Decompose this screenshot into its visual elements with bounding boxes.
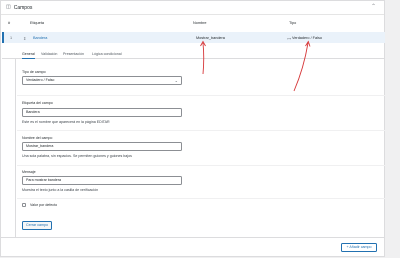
- message-input[interactable]: Para mostrar bandera: [22, 176, 182, 185]
- col-header-type: Tipo: [289, 21, 297, 25]
- field-label-help: Este es el nombre que aparecerá en la pá…: [22, 120, 110, 124]
- close-field-button[interactable]: Cerrar campo: [22, 221, 52, 230]
- field-type-value: Verdadero / Falso: [26, 78, 55, 82]
- field-settings-tabs: General Validación Presentación Lógica c…: [2, 49, 385, 59]
- tab-presentation[interactable]: Presentación: [63, 52, 84, 56]
- field-row[interactable]: 1 ⇕ Bandera Mostrar_bandera ⊶ Verdadero …: [2, 32, 385, 43]
- panel-footer: + Añadir campo: [1, 237, 384, 258]
- field-name-help: Una sola palabra, sin espacios. Se permi…: [22, 154, 132, 158]
- chevron-down-icon: ⌄: [174, 78, 178, 83]
- field-name-input[interactable]: Mostrar_bandera: [22, 142, 182, 151]
- field-label-label: Etiqueta del campo: [22, 101, 53, 105]
- divider: [17, 130, 385, 131]
- table-header: # Etiqueta Nombre Tipo: [1, 17, 384, 29]
- tab-general[interactable]: General: [22, 52, 35, 59]
- divider: [17, 95, 385, 96]
- col-header-number: #: [8, 21, 11, 25]
- chevron-up-icon[interactable]: ⌃: [371, 4, 376, 10]
- field-type-label: Tipo de campo: [22, 70, 46, 74]
- page-gutter: [385, 0, 400, 257]
- message-help: Muestra el texto junto a la casilla de v…: [22, 188, 99, 192]
- divider: [17, 165, 385, 166]
- col-header-name: Nombre: [193, 21, 207, 25]
- add-field-button[interactable]: + Añadir campo: [341, 243, 377, 252]
- field-type-select[interactable]: Verdadero / Falso ⌄: [22, 76, 182, 85]
- tab-conditional-logic[interactable]: Lógica condicional: [92, 52, 122, 56]
- fields-icon: ◫: [6, 4, 11, 10]
- row-number: 1: [10, 35, 13, 40]
- message-label: Mensaje: [22, 170, 36, 174]
- tab-validation[interactable]: Validación: [41, 52, 57, 56]
- panel-title: Campos: [13, 4, 33, 11]
- default-value-label: Valor por defecto: [30, 203, 58, 207]
- field-name-label: Nombre del campo: [22, 136, 53, 140]
- field-label-input[interactable]: Bandera: [22, 108, 182, 117]
- toggle-type-icon: ⊶: [287, 36, 291, 41]
- default-value-checkbox[interactable]: [22, 203, 26, 207]
- drag-handle-icon[interactable]: ⇕: [23, 36, 26, 41]
- row-label-link[interactable]: Bandera: [33, 36, 47, 40]
- fields-panel: ◫ Campos ⌃ # Etiqueta Nombre Tipo 1 ⇕ Ba…: [0, 0, 385, 257]
- divider: [17, 198, 385, 199]
- panel-header[interactable]: ◫ Campos ⌃: [1, 1, 384, 15]
- settings-left-rule: [15, 59, 16, 237]
- row-type: Verdadero / Falso: [292, 35, 322, 40]
- row-name: Mostrar_bandera: [196, 35, 225, 40]
- col-header-label: Etiqueta: [30, 21, 44, 25]
